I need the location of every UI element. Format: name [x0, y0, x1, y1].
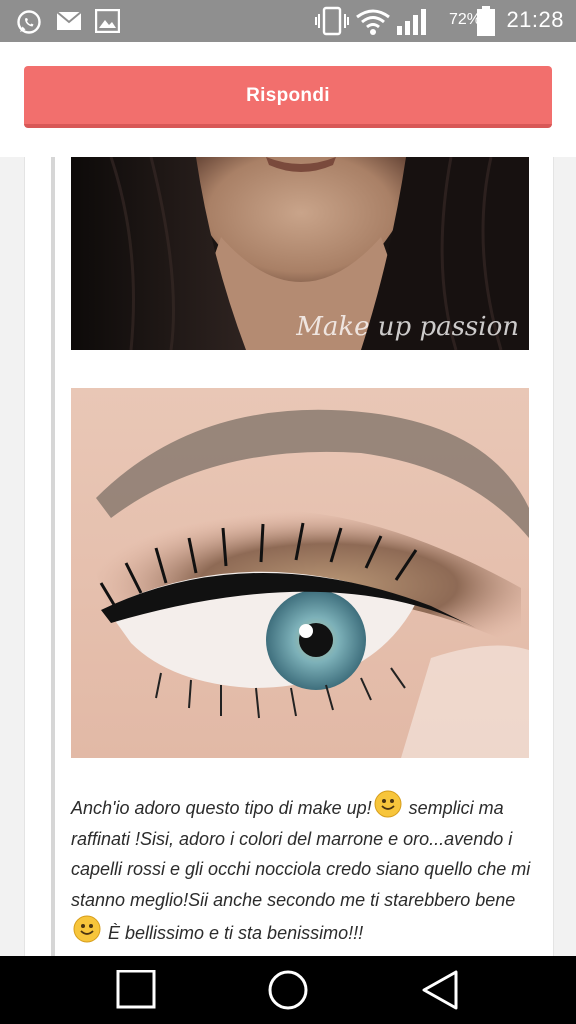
- post-text: Anch'io adoro questo tipo di make up! se…: [71, 790, 531, 949]
- eye-makeup-photo[interactable]: [71, 388, 529, 758]
- watermark: Make up passion: [296, 312, 519, 342]
- gallery-icon: [94, 8, 121, 37]
- vibrate-icon: [314, 6, 350, 40]
- back-triangle-icon: [422, 970, 458, 1010]
- signal-icon: [396, 8, 428, 40]
- thread-content[interactable]: Make up passion Anch'io adoro questo tip…: [0, 157, 576, 956]
- smiley-icon: [374, 790, 402, 818]
- smiley-icon: [73, 915, 101, 943]
- reply-post: Make up passion Anch'io adoro questo tip…: [24, 157, 554, 956]
- email-icon: [56, 11, 82, 35]
- back-button[interactable]: [410, 970, 470, 1010]
- whatsapp-icon: [16, 9, 42, 39]
- quote-rule: [51, 157, 55, 956]
- eye-photo-art: [71, 388, 529, 758]
- square-icon: [116, 969, 156, 1009]
- post-text-part3: È bellissimo e ti sta benissimo!!!: [103, 923, 364, 943]
- circle-icon: [268, 970, 308, 1010]
- battery-icon: [476, 5, 496, 41]
- wifi-icon: [355, 8, 391, 40]
- post-text-part1: Anch'io adoro questo tipo di make up!: [71, 798, 372, 818]
- recents-button[interactable]: [106, 969, 166, 1010]
- face-photo[interactable]: Make up passion: [71, 157, 529, 350]
- home-button[interactable]: [258, 970, 318, 1010]
- navigation-bar: [0, 956, 576, 1024]
- status-bar: 72% 21:28: [0, 0, 576, 42]
- reply-header: Rispondi: [0, 42, 576, 158]
- clock: 21:28: [506, 7, 564, 32]
- reply-button[interactable]: Rispondi: [24, 66, 552, 128]
